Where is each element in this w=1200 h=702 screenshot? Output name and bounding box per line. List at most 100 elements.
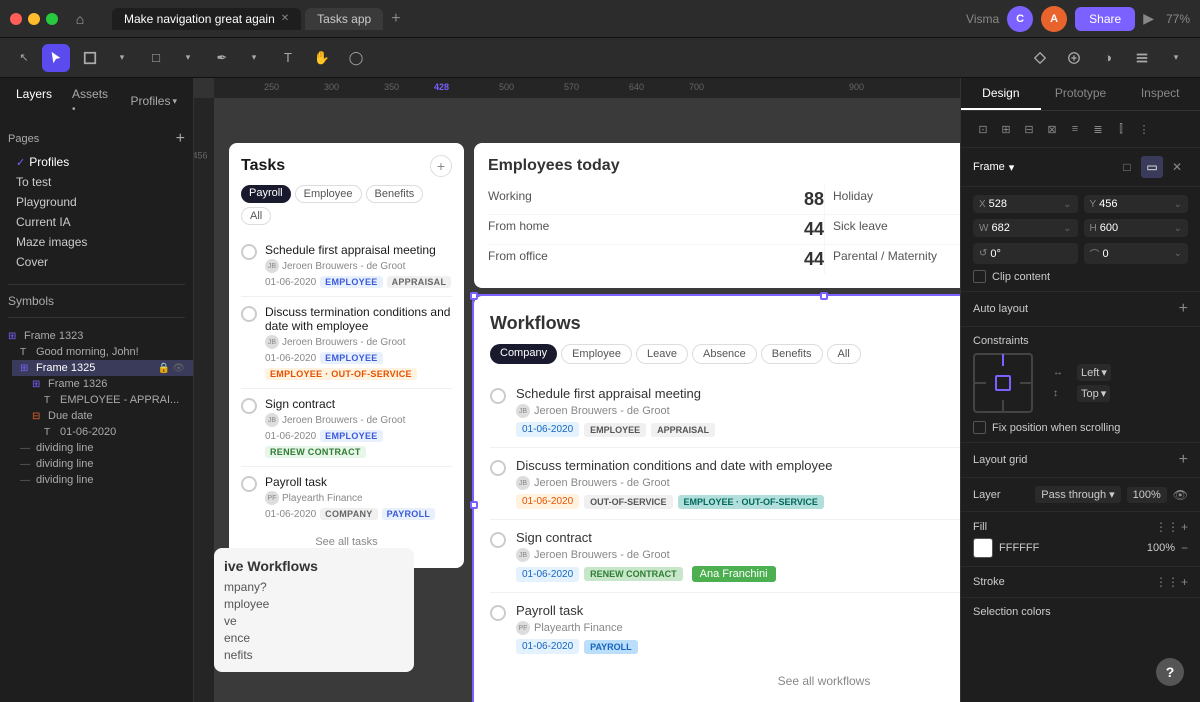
w-field[interactable]: W 682 ⌄ bbox=[973, 219, 1078, 237]
tab-layers[interactable]: Layers bbox=[8, 84, 60, 118]
x-field[interactable]: X 528 ⌄ bbox=[973, 195, 1078, 213]
rotation-field[interactable]: ↺ 0° bbox=[973, 243, 1078, 264]
h-stepper[interactable]: ⌄ bbox=[1174, 223, 1182, 234]
avatar-a[interactable]: A bbox=[1041, 6, 1067, 32]
fill-color-swatch[interactable] bbox=[973, 538, 993, 558]
layer-date-text[interactable]: T 01-06-2020 bbox=[36, 424, 193, 440]
wf-filter-employee[interactable]: Employee bbox=[561, 344, 632, 364]
blend-tool[interactable]: ◑ bbox=[1094, 44, 1122, 72]
tab-profiles[interactable]: Profiles ▾ bbox=[122, 84, 185, 118]
lock-icon[interactable]: 🔒 bbox=[158, 363, 170, 374]
task-radio-4[interactable] bbox=[241, 476, 257, 492]
avatar-c[interactable]: C bbox=[1007, 6, 1033, 32]
tab-make-navigation[interactable]: Make navigation great again ✕ bbox=[112, 8, 301, 30]
wf-filter-leave[interactable]: Leave bbox=[636, 344, 688, 364]
wf-radio-4[interactable] bbox=[490, 605, 506, 621]
filter-employee[interactable]: Employee bbox=[295, 185, 362, 203]
handle-tl[interactable] bbox=[470, 292, 478, 300]
tab-tasks-app[interactable]: Tasks app bbox=[305, 8, 383, 30]
chevron-shape[interactable]: ▾ bbox=[174, 44, 202, 72]
wf-radio-2[interactable] bbox=[490, 460, 506, 476]
layer-due-date[interactable]: ⊟ Due date bbox=[24, 408, 193, 424]
close-button[interactable] bbox=[10, 13, 22, 25]
y-stepper[interactable]: ⌄ bbox=[1174, 199, 1182, 210]
auto-layout-add[interactable]: + bbox=[1179, 300, 1188, 318]
layer-dividing-2[interactable]: — dividing line bbox=[12, 456, 193, 472]
frame-view-desktop[interactable]: □ bbox=[1116, 156, 1138, 178]
page-to-test[interactable]: To test bbox=[8, 172, 185, 192]
component-tool[interactable] bbox=[1026, 44, 1054, 72]
handle-ml[interactable] bbox=[470, 501, 478, 509]
mask-tool[interactable] bbox=[1060, 44, 1088, 72]
move-tool[interactable]: ↖ bbox=[10, 44, 38, 72]
layer-frame1326[interactable]: ⊞ Frame 1326 bbox=[24, 376, 193, 392]
layer-dividing-1[interactable]: — dividing line bbox=[12, 440, 193, 456]
maximize-button[interactable] bbox=[46, 13, 58, 25]
filter-benefits[interactable]: Benefits bbox=[366, 185, 424, 203]
frame-tool[interactable] bbox=[76, 44, 104, 72]
clip-content-checkbox[interactable] bbox=[973, 270, 986, 283]
layer-blend-dropdown[interactable]: Pass through ▾ bbox=[1035, 486, 1120, 503]
wf-item-3[interactable]: Sign contract JB Jeroen Brouwers - de Gr… bbox=[490, 520, 960, 593]
layout-grid-add[interactable]: + bbox=[1179, 451, 1188, 469]
y-field[interactable]: Y 456 ⌄ bbox=[1084, 195, 1189, 213]
tab-assets[interactable]: Assets • bbox=[64, 84, 118, 118]
filter-payroll[interactable]: Payroll bbox=[241, 185, 291, 203]
page-profiles[interactable]: ✓ Profiles bbox=[8, 152, 185, 172]
help-button[interactable]: ? bbox=[1156, 658, 1184, 686]
task-radio-2[interactable] bbox=[241, 306, 257, 322]
align-center-v-icon[interactable]: ≡ bbox=[1065, 119, 1085, 139]
rtab-prototype[interactable]: Prototype bbox=[1041, 78, 1121, 110]
distribute-v-icon[interactable]: ⋮ bbox=[1134, 119, 1154, 139]
task-radio-3[interactable] bbox=[241, 398, 257, 414]
page-maze-images[interactable]: Maze images bbox=[8, 232, 185, 252]
eye-icon[interactable]: 👁 bbox=[172, 363, 185, 374]
distribute-h-icon[interactable]: ⫿ bbox=[1111, 119, 1131, 139]
task-radio-1[interactable] bbox=[241, 244, 257, 260]
frame-dropdown[interactable]: Frame ▾ bbox=[973, 161, 1014, 174]
chevron-frame[interactable]: ▾ bbox=[108, 44, 136, 72]
wf-radio-1[interactable] bbox=[490, 388, 506, 404]
wf-item-2[interactable]: Discuss termination conditions and date … bbox=[490, 448, 960, 520]
w-stepper[interactable]: ⌄ bbox=[1063, 223, 1071, 234]
fill-grid-icon[interactable]: ⋮⋮ bbox=[1155, 520, 1179, 534]
home-icon[interactable]: ⌂ bbox=[66, 5, 94, 33]
stroke-grid-icon[interactable]: ⋮⋮ bbox=[1155, 575, 1179, 589]
wf-filter-benefits[interactable]: Benefits bbox=[761, 344, 823, 364]
layer-frame1325[interactable]: ⊞ Frame 1325 🔒 👁 bbox=[12, 360, 193, 376]
rtab-inspect[interactable]: Inspect bbox=[1120, 78, 1200, 110]
chevron-library[interactable]: ▾ bbox=[1162, 44, 1190, 72]
comment-tool[interactable]: ◯ bbox=[342, 44, 370, 72]
align-bottom-icon[interactable]: ≣ bbox=[1088, 119, 1108, 139]
wf-filter-absence[interactable]: Absence bbox=[692, 344, 757, 364]
canvas[interactable]: 250 300 350 428 500 570 640 700 900 1000… bbox=[194, 78, 960, 702]
frame-x-icon[interactable]: ✕ bbox=[1166, 156, 1188, 178]
wf-item-1[interactable]: Schedule first appraisal meeting JB Jero… bbox=[490, 376, 960, 448]
task-item-3[interactable]: Sign contract JB Jeroen Brouwers - de Gr… bbox=[241, 389, 452, 467]
page-cover[interactable]: Cover bbox=[8, 252, 185, 272]
symbols-item[interactable]: Symbols bbox=[0, 291, 193, 311]
align-right-icon[interactable]: ⊟ bbox=[1019, 119, 1039, 139]
library-tool[interactable] bbox=[1128, 44, 1156, 72]
fix-scroll-checkbox[interactable] bbox=[973, 421, 986, 434]
hand-tool[interactable]: ✋ bbox=[308, 44, 336, 72]
tasks-add-button[interactable]: + bbox=[430, 155, 452, 177]
play-button[interactable]: ▶ bbox=[1143, 10, 1154, 27]
select-tool[interactable] bbox=[42, 44, 70, 72]
new-tab-button[interactable]: + bbox=[391, 10, 400, 28]
wf-see-all[interactable]: See all workflows bbox=[490, 664, 960, 698]
rtab-design[interactable]: Design bbox=[961, 78, 1041, 110]
x-stepper[interactable]: ⌄ bbox=[1063, 199, 1071, 210]
cs-left-select[interactable]: Left ▾ bbox=[1077, 364, 1111, 381]
align-left-icon[interactable]: ⊡ bbox=[973, 119, 993, 139]
fill-minus-icon[interactable]: − bbox=[1181, 541, 1188, 555]
align-center-h-icon[interactable]: ⊞ bbox=[996, 119, 1016, 139]
task-item-2[interactable]: Discuss termination conditions and date … bbox=[241, 297, 452, 389]
frame-view-phone[interactable]: ▭ bbox=[1141, 156, 1163, 178]
stroke-add-icon[interactable]: + bbox=[1181, 575, 1188, 589]
filter-all[interactable]: All bbox=[241, 207, 271, 225]
wf-filter-company[interactable]: Company bbox=[490, 344, 557, 364]
layer-employee-text[interactable]: T EMPLOYEE - APPRAI... bbox=[36, 392, 193, 408]
h-field[interactable]: H 600 ⌄ bbox=[1084, 219, 1189, 237]
pen-tool[interactable]: ✒ bbox=[208, 44, 236, 72]
